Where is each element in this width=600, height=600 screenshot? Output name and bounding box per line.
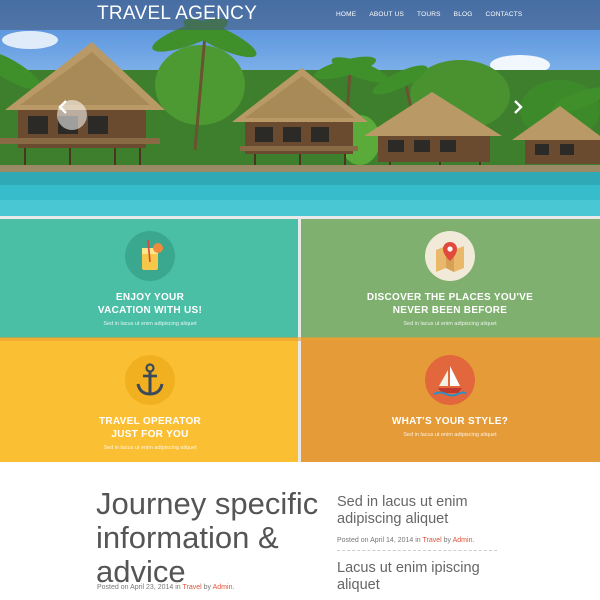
- nav-home[interactable]: HOME: [336, 11, 356, 18]
- main-article-meta: Posted on April 23, 2014 in Travel by Ad…: [97, 584, 234, 591]
- posted-date: Posted on April 23, 2014 in: [97, 584, 181, 591]
- post-meta: Posted on April 14, 2014 in Travel by Ad…: [337, 537, 507, 544]
- slider-prev-button[interactable]: [57, 100, 87, 130]
- hero-slider: TRAVEL AGENCY HOME ABOUT US TOURS BLOG C…: [0, 0, 600, 216]
- nav-about-us[interactable]: ABOUT US: [369, 11, 404, 18]
- chevron-right-icon: [514, 100, 523, 114]
- category-link[interactable]: Travel: [183, 584, 202, 591]
- by-label: by: [203, 584, 212, 591]
- feature-title-line2: JUST FOR YOU: [111, 429, 189, 440]
- feature-title: ENJOY YOUR: [115, 292, 185, 303]
- anchor-icon: [136, 363, 164, 396]
- feature-travel-operator[interactable]: TRAVEL OPERATOR JUST FOR YOU Sed in lacu…: [0, 355, 300, 451]
- feature-title-line2: NEVER BEEN BEFORE: [392, 305, 508, 316]
- author-link[interactable]: Admin.: [453, 537, 475, 544]
- top-navigation-bar: TRAVEL AGENCY HOME ABOUT US TOURS BLOG C…: [0, 0, 600, 30]
- nav-blog[interactable]: BLOG: [454, 11, 473, 18]
- slider-next-button[interactable]: [512, 100, 542, 130]
- feature-text: Sed in lacus ut enim adipiscing aliquet: [403, 321, 497, 327]
- post-title[interactable]: Lacus ut enim ipiscing aliquet: [337, 560, 507, 594]
- feature-title: DISCOVER THE PLACES YOU'VE: [366, 292, 534, 303]
- feature-title: TRAVEL OPERATOR: [98, 416, 202, 427]
- feature-text: Sed in lacus ut enim adipiscing aliquet: [103, 445, 197, 451]
- feature-enjoy-vacation[interactable]: ENJOY YOUR VACATION WITH US! Sed in lacu…: [0, 231, 300, 327]
- main-nav: HOME ABOUT US TOURS BLOG CONTACTS: [336, 11, 522, 18]
- site-logo[interactable]: TRAVEL AGENCY: [97, 3, 257, 25]
- icon-circle: [125, 231, 175, 281]
- icon-circle: [425, 231, 475, 281]
- feature-text: Sed in lacus ut enim adipiscing aliquet: [103, 321, 197, 327]
- post-list: Sed in lacus ut enim adipiscing aliquet …: [337, 494, 507, 594]
- cocktail-icon: [142, 239, 163, 270]
- feature-whats-your-style[interactable]: WHAT'S YOUR STYLE? Sed in lacus ut enim …: [300, 355, 600, 438]
- feature-title-line2: VACATION WITH US!: [97, 305, 203, 316]
- category-link[interactable]: Travel: [423, 537, 442, 544]
- sailboat-icon: [433, 366, 467, 397]
- post-title[interactable]: Sed in lacus ut enim adipiscing aliquet: [337, 494, 507, 528]
- icon-circle: [425, 355, 475, 405]
- feature-title: WHAT'S YOUR STYLE?: [391, 416, 509, 427]
- author-link[interactable]: Admin.: [213, 584, 235, 591]
- chevron-left-icon: [58, 100, 67, 114]
- main-article-title[interactable]: Journey specific information & advice: [96, 487, 336, 589]
- feature-text: Sed in lacus ut enim adipiscing aliquet: [403, 432, 497, 438]
- map-pin-icon: [436, 242, 464, 272]
- nav-tours[interactable]: TOURS: [417, 11, 441, 18]
- nav-contacts[interactable]: CONTACTS: [486, 11, 523, 18]
- hero-image: [0, 18, 600, 216]
- post-divider: [337, 550, 497, 551]
- by-label: by: [443, 537, 452, 544]
- tile-divider-middle: [0, 337, 600, 341]
- posted-date: Posted on April 14, 2014 in: [337, 537, 421, 544]
- icon-circle: [125, 355, 175, 405]
- feature-discover-places[interactable]: DISCOVER THE PLACES YOU'VE NEVER BEEN BE…: [300, 231, 600, 327]
